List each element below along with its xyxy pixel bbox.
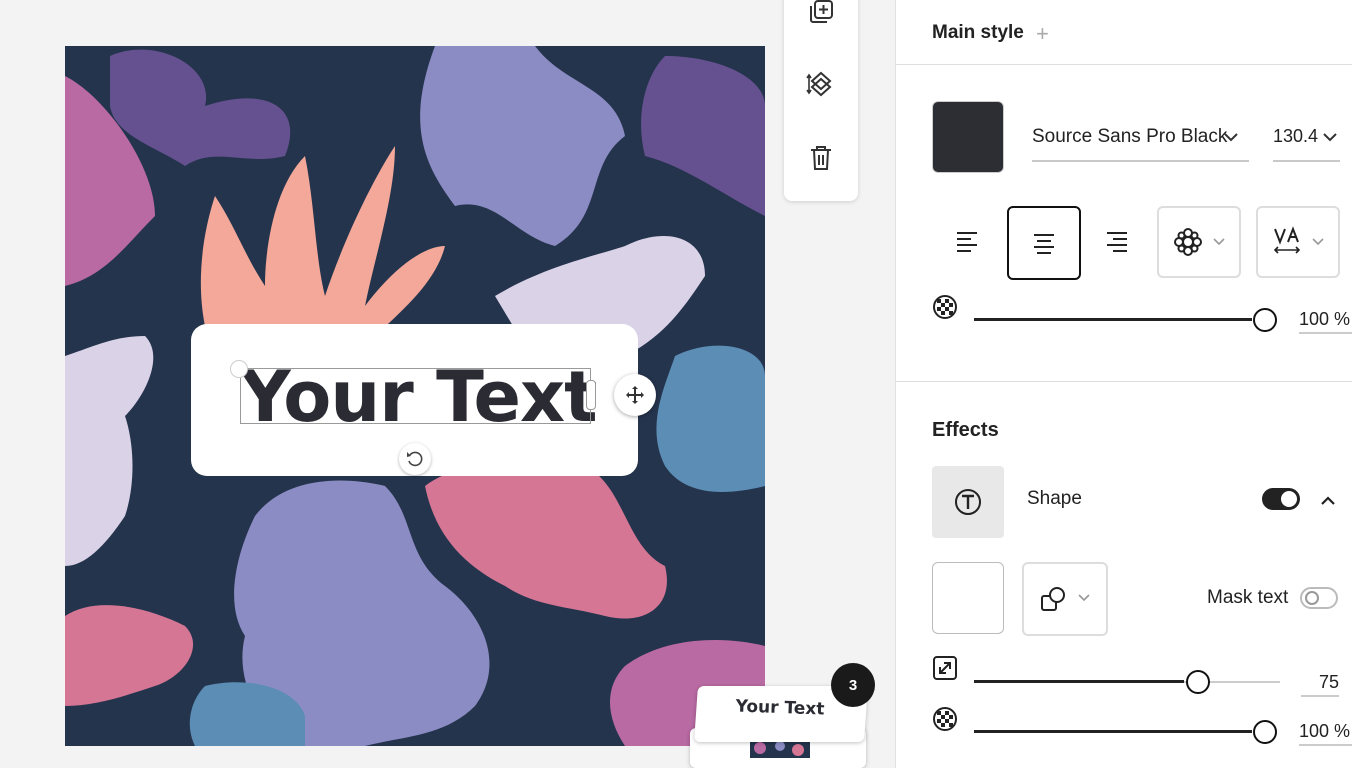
text-selection-frame (240, 368, 591, 424)
shape-picker-dropdown[interactable] (1022, 562, 1108, 636)
align-right-button[interactable] (1082, 206, 1152, 276)
canvas-toolbar (784, 0, 858, 201)
align-center-icon (1034, 234, 1054, 254)
shape-effect-tile[interactable] (932, 466, 1004, 538)
rotate-icon[interactable] (399, 443, 431, 475)
text-shape-icon (955, 489, 981, 515)
canvas-area: Your Text Your Text 3 (0, 0, 895, 768)
move-icon[interactable] (614, 374, 656, 416)
shape-opacity-slider-thumb[interactable] (1253, 720, 1277, 744)
shape-label: Shape (1027, 488, 1082, 509)
divider (896, 381, 1352, 382)
shape-opacity-icon (932, 706, 958, 732)
letter-spacing-icon (1273, 226, 1301, 254)
shape-size-value[interactable]: 75 (1301, 672, 1339, 697)
layers-icon[interactable] (801, 64, 841, 104)
chevron-up-icon[interactable] (1320, 495, 1336, 506)
shape-opacity-value[interactable]: 100 % (1299, 721, 1352, 746)
shape-size-slider-track[interactable] (974, 680, 1184, 683)
divider (896, 64, 1352, 65)
chevron-down-icon (1323, 133, 1337, 142)
shape-toggle[interactable] (1262, 488, 1300, 510)
resize-icon (932, 655, 958, 681)
trash-icon[interactable] (801, 138, 841, 178)
main-style-label: Main style (932, 22, 1024, 43)
mask-text-label: Mask text (1207, 587, 1289, 608)
selection-handle-right[interactable] (586, 380, 596, 410)
selection-handle-left[interactable] (230, 360, 248, 378)
page-count-badge: 3 (831, 663, 875, 707)
chevron-down-icon (1078, 594, 1090, 602)
opacity-slider-thumb[interactable] (1253, 308, 1277, 332)
font-size-select[interactable]: 130.4 (1273, 118, 1340, 162)
align-left-icon (957, 232, 977, 252)
font-family-select[interactable]: Source Sans Pro Black (1032, 118, 1249, 162)
add-style-icon[interactable]: + (1036, 23, 1049, 45)
shape-opacity-slider-track[interactable] (974, 730, 1252, 733)
text-color-swatch[interactable] (932, 101, 1004, 173)
align-center-button[interactable] (1007, 206, 1081, 280)
font-family-value: Source Sans Pro Black (1032, 126, 1228, 147)
align-right-icon (1107, 232, 1127, 252)
align-left-button[interactable] (932, 206, 1002, 276)
shape-size-slider-thumb[interactable] (1186, 670, 1210, 694)
add-page-icon[interactable] (801, 0, 841, 32)
properties-panel: Main style + Source Sans Pro Black 130.4 (895, 0, 1352, 768)
flower-icon (1174, 228, 1202, 256)
opacity-icon (932, 294, 958, 320)
spacing-dropdown[interactable] (1256, 206, 1340, 278)
shapes-icon (1041, 587, 1065, 611)
opacity-slider-track[interactable] (974, 318, 1252, 321)
chevron-down-icon (1312, 238, 1324, 246)
chevron-down-icon (1213, 238, 1225, 246)
opacity-value[interactable]: 100 % (1299, 309, 1352, 334)
effects-title: Effects (932, 419, 999, 441)
text-effects-dropdown[interactable] (1157, 206, 1241, 278)
font-size-value: 130.4 (1273, 126, 1319, 146)
shape-color-swatch[interactable] (932, 562, 1004, 634)
mask-text-toggle[interactable] (1300, 587, 1338, 609)
chevron-down-icon (1224, 133, 1238, 142)
